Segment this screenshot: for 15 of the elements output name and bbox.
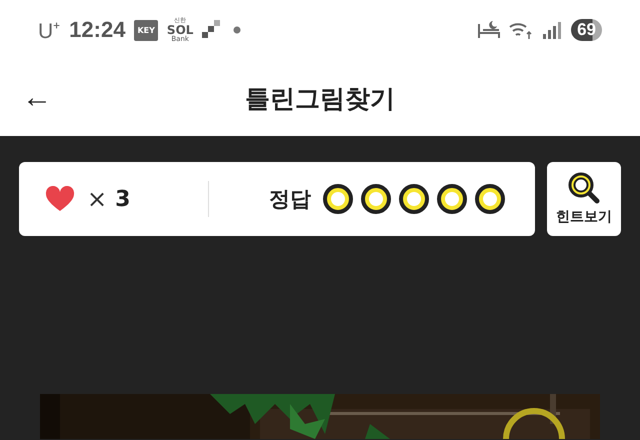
hint-button[interactable]: 힌트보기: [547, 162, 621, 236]
clock-time: 12:24: [69, 17, 126, 43]
battery-level: 69: [571, 19, 602, 41]
page-title: 틀린그림찾기: [245, 82, 395, 114]
lives-count: 3: [115, 186, 130, 212]
back-button[interactable]: ←: [18, 81, 56, 115]
dot-icon: [233, 26, 242, 34]
app-notification-icon: KEY: [134, 20, 158, 40]
bed-icon: [478, 20, 500, 40]
carrier-label: U⁺: [38, 19, 60, 44]
magnifier-icon: [567, 172, 601, 204]
signal-icon: [542, 21, 562, 39]
heart-icon: [45, 186, 75, 212]
answer-label: 정답: [269, 186, 311, 213]
multiply-sign: ×: [87, 185, 108, 213]
